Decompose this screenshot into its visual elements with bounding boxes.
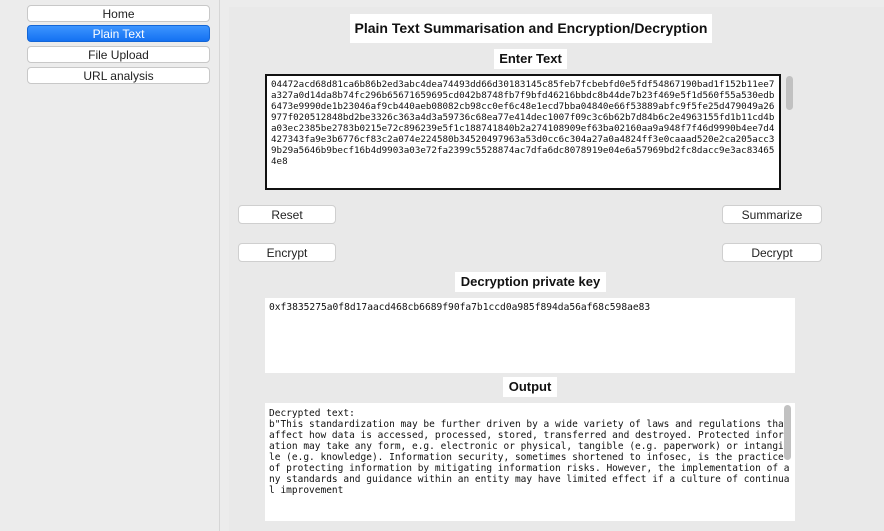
input-text-area[interactable]: 04472acd68d81ca6b86b2ed3abc4dea74493dd66… — [265, 74, 781, 190]
decrypt-button[interactable]: Decrypt — [722, 243, 822, 262]
private-key-label: Decryption private key — [455, 272, 606, 292]
page-title: Plain Text Summarisation and Encryption/… — [350, 14, 712, 43]
private-key-field[interactable]: 0xf3835275a0f8d17aacd468cb6689f90fa7b1cc… — [265, 298, 795, 373]
encrypt-button[interactable]: Encrypt — [238, 243, 336, 262]
output-label: Output — [503, 377, 557, 397]
nav-file-upload-button[interactable]: File Upload — [27, 46, 210, 63]
input-scrollbar[interactable] — [786, 76, 793, 110]
enter-text-label: Enter Text — [494, 49, 567, 69]
summarize-button[interactable]: Summarize — [722, 205, 822, 224]
nav-url-analysis-button[interactable]: URL analysis — [27, 67, 210, 84]
output-text-area[interactable]: Decrypted text: b"This standardization m… — [265, 403, 795, 521]
sidebar: Home Plain Text File Upload URL analysis — [0, 0, 220, 531]
reset-button[interactable]: Reset — [238, 205, 336, 224]
nav-plain-text-button[interactable]: Plain Text — [27, 25, 210, 42]
nav-home-button[interactable]: Home — [27, 5, 210, 22]
output-scrollbar[interactable] — [784, 405, 791, 460]
